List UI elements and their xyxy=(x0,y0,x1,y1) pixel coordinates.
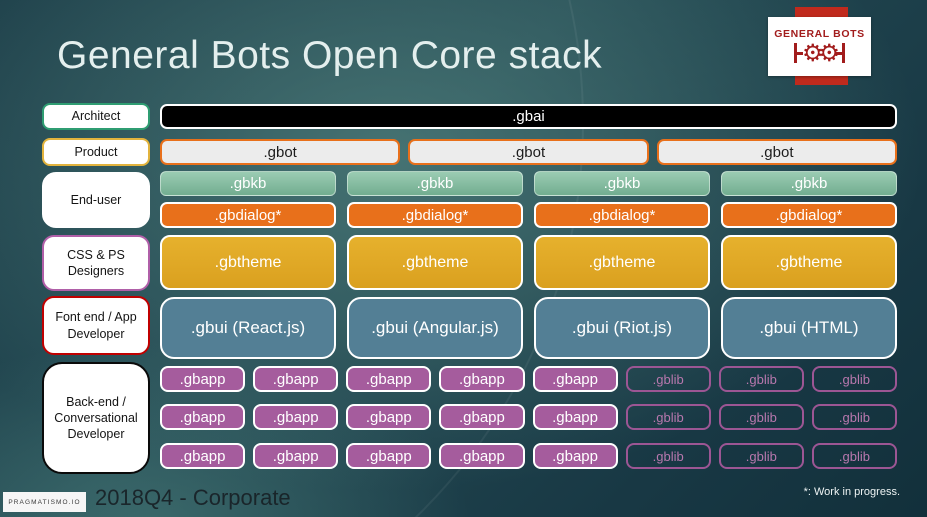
gbapp-box: .gbapp xyxy=(439,404,525,430)
gblib-box: .gblib xyxy=(718,366,804,392)
gbui-box: .gbui (HTML) xyxy=(721,297,897,359)
pragmatismo-watermark: PRAGMATISMO.IO xyxy=(3,492,86,512)
row-label-product: Product xyxy=(42,138,150,166)
gbui-box: .gbui (Angular.js) xyxy=(347,297,523,359)
gbtheme-box: .gbtheme xyxy=(721,235,897,290)
gblib-box: .gblib xyxy=(811,443,897,469)
page-title: General Bots Open Core stack xyxy=(57,34,603,77)
gblib-box: .gblib xyxy=(718,443,804,469)
gears-icon: ⚙ ⚙ xyxy=(793,39,846,67)
gbapp-box: .gbapp xyxy=(253,404,339,430)
gblib-box: .gblib xyxy=(811,366,897,392)
gblib-box: .gblib xyxy=(625,443,711,469)
row-label-css-ps-designers: CSS & PS Designers xyxy=(42,235,150,291)
gear-icon: ⚙ xyxy=(818,39,840,67)
gbui-box: .gbui (React.js) xyxy=(160,297,336,359)
general-bots-logo: GENERAL BOTS ⚙ ⚙ xyxy=(768,17,871,76)
gbot-box: .gbot xyxy=(656,139,897,165)
gbkb-box: .gbkb xyxy=(160,171,336,196)
row-gbui: .gbui (React.js) .gbui (Angular.js) .gbui … xyxy=(160,297,897,359)
gbapp-box: .gbapp xyxy=(439,443,525,469)
gbapp-box: .gbapp xyxy=(253,366,339,392)
gbapp-box: .gbapp xyxy=(160,404,246,430)
slide: General Bots Open Core stack GENERAL BOT… xyxy=(0,0,927,517)
gbapp-box: .gbapp xyxy=(346,366,432,392)
row-gbot: .gbot .gbot .gbot xyxy=(160,139,897,165)
gbapp-box: .gbapp xyxy=(439,366,525,392)
gbapp-box: .gbapp xyxy=(532,443,618,469)
gblib-box: .gblib xyxy=(625,404,711,430)
gbkb-box: .gbkb xyxy=(347,171,523,196)
gbkb-box: .gbkb xyxy=(721,171,897,196)
row-backend-3: .gbapp .gbapp .gbapp .gbapp .gbapp .gblib .gbl… xyxy=(160,443,897,469)
footer-version-text: 2018Q4 - Corporate xyxy=(95,485,291,510)
row-backend-2: .gbapp .gbapp .gbapp .gbapp .gbapp .gblib .gbl… xyxy=(160,404,897,430)
row-label-backend-conversational-developer: Back-end / Conversational Developer xyxy=(42,362,150,474)
gbtheme-box: .gbtheme xyxy=(534,235,710,290)
row-label-architect: Architect xyxy=(42,103,150,130)
row-gbtheme: .gbtheme .gbtheme .gbtheme .gbtheme xyxy=(160,235,897,290)
gbtheme-box: .gbtheme xyxy=(160,235,336,290)
work-in-progress-note: *: Work in progress. xyxy=(803,486,900,498)
gbapp-box: .gbapp xyxy=(532,366,618,392)
gbdialog-box: .gbdialog* xyxy=(160,202,336,228)
gbdialog-box: .gbdialog* xyxy=(534,202,710,228)
gbot-box: .gbot xyxy=(408,139,649,165)
gbtheme-box: .gbtheme xyxy=(347,235,523,290)
gbdialog-box: .gbdialog* xyxy=(721,202,897,228)
gbapp-box: .gbapp xyxy=(346,443,432,469)
gbapp-box: .gbapp xyxy=(160,366,246,392)
gear-pin-right-icon xyxy=(842,43,846,63)
gbai-box: .gbai xyxy=(160,104,897,129)
row-gbkb: .gbkb .gbkb .gbkb .gbkb xyxy=(160,171,897,196)
gblib-box: .gblib xyxy=(811,404,897,430)
gbapp-box: .gbapp xyxy=(253,443,339,469)
row-label-end-user: End-user xyxy=(42,172,150,228)
gbot-box: .gbot xyxy=(160,139,401,165)
gbapp-box: .gbapp xyxy=(532,404,618,430)
gbapp-box: .gbapp xyxy=(346,404,432,430)
gblib-box: .gblib xyxy=(625,366,711,392)
gbdialog-box: .gbdialog* xyxy=(347,202,523,228)
gbapp-box: .gbapp xyxy=(160,443,246,469)
gblib-box: .gblib xyxy=(718,404,804,430)
row-label-frontend-app-developer: Font end / App Developer xyxy=(42,296,150,355)
gbui-box: .gbui (Riot.js) xyxy=(534,297,710,359)
gbkb-box: .gbkb xyxy=(534,171,710,196)
row-gbdialog: .gbdialog* .gbdialog* .gbdialog* .gbdialog* xyxy=(160,202,897,228)
row-backend-1: .gbapp .gbapp .gbapp .gbapp .gbapp .gblib .gbl… xyxy=(160,366,897,392)
row-gbai: .gbai xyxy=(160,104,897,129)
